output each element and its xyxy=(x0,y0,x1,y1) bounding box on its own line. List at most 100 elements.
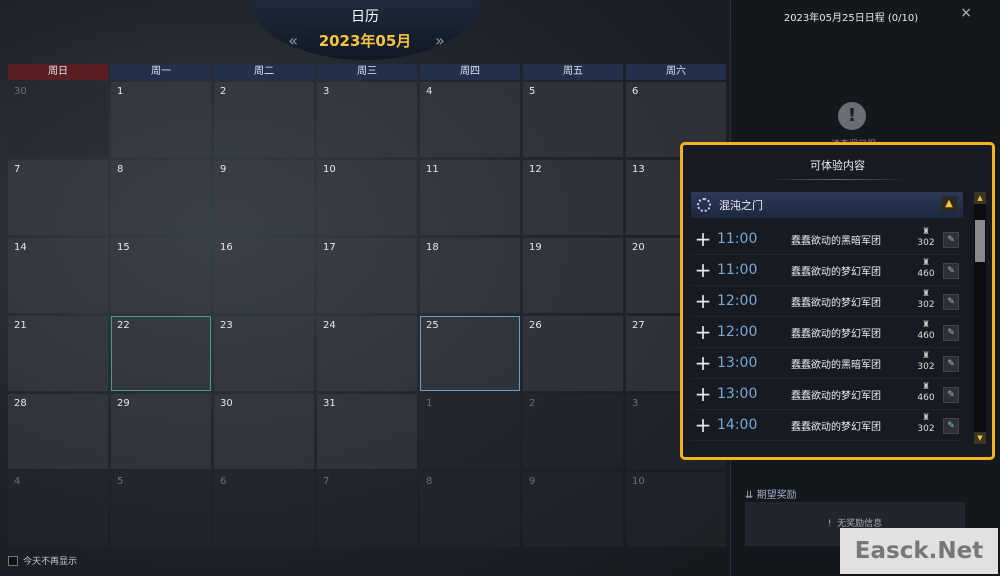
day-cell[interactable]: 6 xyxy=(214,472,314,547)
compass-icon[interactable]: ✎ xyxy=(943,387,959,403)
day-number: 24 xyxy=(323,320,336,331)
helmet-icon: ♜ xyxy=(921,382,931,392)
dont-show-label: 今天不再显示 xyxy=(23,557,78,567)
compass-icon[interactable]: ✎ xyxy=(943,325,959,341)
add-icon[interactable]: + xyxy=(691,258,715,282)
add-icon[interactable]: + xyxy=(691,320,715,344)
section-chaos-gate[interactable]: 混沌之门 ▲ xyxy=(691,192,963,218)
dont-show-checkbox[interactable] xyxy=(8,555,18,566)
compass-icon[interactable]: ✎ xyxy=(943,356,959,372)
day-number: 22 xyxy=(117,320,130,331)
event-time: 12:00 xyxy=(717,324,758,340)
count-value: 460 xyxy=(917,331,935,341)
compass-icon[interactable]: ✎ xyxy=(943,418,959,434)
scroll-down-icon[interactable]: ▼ xyxy=(974,432,986,444)
day-cell[interactable]: 30 xyxy=(8,82,108,157)
day-cell[interactable]: 19 xyxy=(523,238,623,313)
compass-icon[interactable]: ✎ xyxy=(943,232,959,248)
day-cell[interactable]: 3 xyxy=(317,82,417,157)
day-cell[interactable]: 7 xyxy=(8,160,108,235)
dont-show-today-option[interactable]: 今天不再显示 xyxy=(8,554,77,567)
day-number: 20 xyxy=(632,242,645,253)
day-cell[interactable]: 4 xyxy=(8,472,108,547)
day-number: 9 xyxy=(220,164,227,175)
day-cell[interactable]: 10 xyxy=(626,472,726,547)
weekday-4: 周四 xyxy=(420,64,520,80)
collapse-icon[interactable]: ▲ xyxy=(941,196,957,212)
day-cell[interactable]: 9 xyxy=(523,472,623,547)
day-cell[interactable]: 2 xyxy=(523,394,623,469)
add-icon[interactable]: + xyxy=(691,227,715,251)
day-number: 23 xyxy=(220,320,233,331)
day-cell[interactable]: 5 xyxy=(523,82,623,157)
day-cell[interactable]: 30 xyxy=(214,394,314,469)
scroll-up-icon[interactable]: ▲ xyxy=(974,192,986,204)
day-number: 26 xyxy=(529,320,542,331)
scroll-thumb[interactable] xyxy=(975,220,985,262)
day-cell[interactable]: 29 xyxy=(111,394,211,469)
day-cell[interactable]: 11 xyxy=(420,160,520,235)
next-month-button[interactable]: » xyxy=(416,31,460,50)
event-time: 11:00 xyxy=(717,262,758,278)
add-icon[interactable]: + xyxy=(691,382,715,406)
day-cell[interactable]: 21 xyxy=(8,316,108,391)
add-icon[interactable]: + xyxy=(691,351,715,375)
weekday-1: 周一 xyxy=(111,64,211,80)
day-cell[interactable]: 26 xyxy=(523,316,623,391)
add-icon[interactable]: + xyxy=(691,289,715,313)
month-navigator: « 2023年05月 » xyxy=(0,30,730,52)
scrollbar[interactable]: ▲ ▼ xyxy=(974,192,986,444)
day-number: 31 xyxy=(323,398,336,409)
reward-icon: ⇊ xyxy=(745,490,754,501)
day-cell[interactable]: 8 xyxy=(420,472,520,547)
chaos-gate-icon xyxy=(697,198,711,212)
day-cell[interactable]: 22 xyxy=(111,316,211,391)
alert-icon: ! xyxy=(838,102,866,130)
day-cell[interactable]: 15 xyxy=(111,238,211,313)
day-cell[interactable]: 1 xyxy=(111,82,211,157)
day-cell[interactable]: 10 xyxy=(317,160,417,235)
reward-title: ⇊ 期望奖励 xyxy=(745,486,797,501)
helmet-icon: ♜ xyxy=(921,227,931,237)
compass-icon[interactable]: ✎ xyxy=(943,263,959,279)
info-icon: ! xyxy=(827,519,832,529)
day-number: 11 xyxy=(426,164,439,175)
add-icon[interactable]: + xyxy=(691,413,715,437)
event-row: +14:00 蠢蠢欲动的梦幻军团 ♜ 302 ✎ xyxy=(691,410,963,441)
event-row: +13:00 蠢蠢欲动的梦幻军团 ♜ 460 ✎ xyxy=(691,379,963,410)
day-cell[interactable]: 17 xyxy=(317,238,417,313)
day-cell[interactable]: 8 xyxy=(111,160,211,235)
count-value: 460 xyxy=(917,269,935,279)
calendar-title: 日历 xyxy=(351,9,379,25)
day-number: 3 xyxy=(323,86,330,97)
day-cell[interactable]: 24 xyxy=(317,316,417,391)
day-number: 18 xyxy=(426,242,439,253)
day-cell[interactable]: 5 xyxy=(111,472,211,547)
close-icon[interactable]: × xyxy=(960,5,972,21)
day-number: 2 xyxy=(529,398,536,409)
day-cell[interactable]: 31 xyxy=(317,394,417,469)
day-number: 12 xyxy=(529,164,542,175)
day-cell[interactable]: 16 xyxy=(214,238,314,313)
day-cell[interactable]: 4 xyxy=(420,82,520,157)
weekday-header: 周日 周一 周二 周三 周四 周五 周六 xyxy=(8,64,726,80)
prev-month-button[interactable]: « xyxy=(270,31,314,50)
day-cell[interactable]: 25 xyxy=(420,316,520,391)
event-time: 14:00 xyxy=(717,417,758,433)
day-cell[interactable]: 23 xyxy=(214,316,314,391)
day-cell[interactable]: 9 xyxy=(214,160,314,235)
day-cell[interactable]: 18 xyxy=(420,238,520,313)
compass-icon[interactable]: ✎ xyxy=(943,294,959,310)
event-name: 蠢蠢欲动的梦幻军团 xyxy=(791,421,881,433)
day-cell[interactable]: 1 xyxy=(420,394,520,469)
day-number: 25 xyxy=(426,320,439,331)
day-cell[interactable]: 28 xyxy=(8,394,108,469)
day-cell[interactable]: 12 xyxy=(523,160,623,235)
day-cell[interactable]: 2 xyxy=(214,82,314,157)
event-time: 11:00 xyxy=(717,231,758,247)
day-cell[interactable]: 14 xyxy=(8,238,108,313)
day-number: 10 xyxy=(632,476,645,487)
watermark: Easck.Net xyxy=(840,528,998,574)
day-number: 3 xyxy=(632,398,639,409)
day-cell[interactable]: 7 xyxy=(317,472,417,547)
